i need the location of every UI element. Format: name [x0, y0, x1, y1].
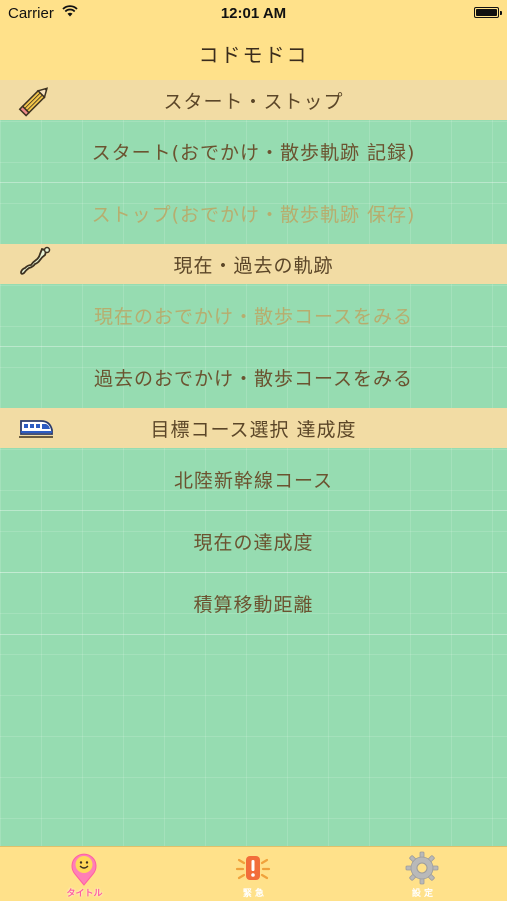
- status-time: 12:01 AM: [220, 5, 287, 22]
- tab-emergency[interactable]: 緊 急: [169, 847, 338, 901]
- row-label: 現在の達成度: [193, 531, 314, 554]
- tab-label: 設 定: [411, 889, 434, 899]
- row-label: 現在のおでかけ・散歩コースをみる: [93, 305, 414, 328]
- current-achievement-button[interactable]: 現在の達成度: [0, 510, 507, 573]
- stop-saving-button[interactable]: ストップ(おでかけ・散歩軌跡 保存): [0, 182, 507, 245]
- section-header-target-course: 目標コース選択 達成度: [0, 408, 507, 448]
- row-label: スタート(おでかけ・散歩軌跡 記録): [91, 141, 416, 164]
- section-title: 現在・過去の軌跡: [173, 254, 334, 277]
- pencil-icon: [18, 87, 49, 117]
- section-header-start-stop: スタート・ストップ: [0, 80, 507, 120]
- nav-bar: コドモドコ: [0, 26, 507, 81]
- start-recording-button[interactable]: スタート(おでかけ・散歩軌跡 記録): [0, 120, 507, 183]
- emergency-alert-icon: [235, 856, 271, 880]
- location-pin-smile-icon: [71, 853, 97, 886]
- row-label: 積算移動距離: [193, 593, 314, 616]
- gear-icon: [405, 851, 439, 885]
- row-label: 過去のおでかけ・散歩コースをみる: [93, 367, 414, 390]
- battery-icon: [474, 7, 502, 18]
- hokuriku-shinkansen-course-button[interactable]: 北陸新幹線コース: [0, 448, 507, 511]
- total-distance-button[interactable]: 積算移動距離: [0, 572, 507, 635]
- view-current-course-button[interactable]: 現在のおでかけ・散歩コースをみる: [0, 284, 507, 347]
- tab-label: タイトル: [66, 889, 103, 899]
- section-title: スタート・ストップ: [163, 90, 344, 113]
- bullet-train-icon: [19, 420, 53, 438]
- status-bar: Carrier 12:01 AM: [0, 0, 507, 26]
- menu-list: スタート・ストップ スタート(おでかけ・散歩軌跡 記録) ストップ(おでかけ・散…: [0, 80, 507, 846]
- section-title: 目標コース選択 達成度: [150, 418, 357, 441]
- row-label: ストップ(おでかけ・散歩軌跡 保存): [91, 203, 416, 226]
- tab-label: 緊 急: [242, 889, 265, 899]
- japan-map-icon: [20, 246, 51, 275]
- tab-settings[interactable]: 設 定: [338, 847, 507, 901]
- row-label: 北陸新幹線コース: [173, 469, 334, 492]
- view-past-course-button[interactable]: 過去のおでかけ・散歩コースをみる: [0, 346, 507, 409]
- section-header-tracks: 現在・過去の軌跡: [0, 244, 507, 284]
- tab-bar: タイトル 緊 急 設 定: [0, 846, 507, 901]
- page-title: コドモドコ: [198, 42, 309, 67]
- tab-title[interactable]: タイトル: [0, 847, 169, 901]
